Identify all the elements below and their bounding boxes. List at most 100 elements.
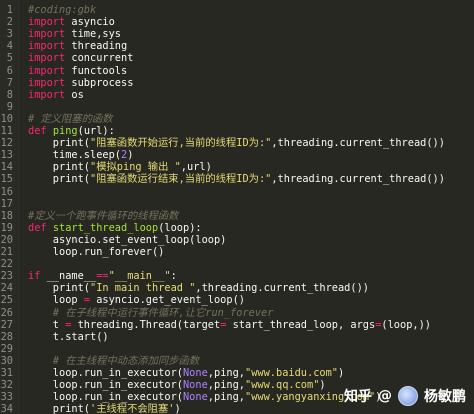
- code-line: 8 import os: [0, 89, 474, 101]
- line-number: 2: [6, 16, 13, 29]
- line-number: 7: [6, 76, 13, 89]
- code-token: ): [338, 367, 345, 379]
- code-token: loop: [28, 294, 84, 307]
- code-line: 29: [0, 343, 474, 355]
- code-text: loop.run_in_executor(None,ping,"www.baid…: [28, 367, 344, 379]
- code-line: 12 print("阻塞函数开始运行,当前的线程ID为:",threading.…: [0, 137, 474, 149]
- code-text: # 定义阻塞的函数: [28, 113, 112, 125]
- code-token: import: [28, 64, 66, 77]
- code-token: import: [28, 16, 66, 29]
- code-token: None: [182, 367, 208, 379]
- line-number: 32: [0, 379, 13, 392]
- code-token: #coding:gbk: [28, 4, 97, 16]
- code-token: (url):: [77, 125, 115, 137]
- code-token: import: [28, 88, 66, 101]
- code-token: import: [28, 40, 66, 53]
- line-number: 14: [0, 161, 13, 174]
- code-text: loop.run_in_executor(None,ping,"www.qq.c…: [28, 379, 326, 391]
- code-token: ,threading.current_thread()): [195, 282, 369, 295]
- code-token: asyncio.get_event_loop(): [90, 294, 245, 307]
- code-token: def: [28, 125, 47, 137]
- code-token: import: [28, 28, 66, 41]
- code-text: loop = asyncio.get_event_loop(): [28, 294, 245, 306]
- code-text: print("In main thread ",threading.curren…: [28, 282, 369, 294]
- code-line: 27 t = threading.Thread(target= start_th…: [0, 319, 474, 331]
- code-line: 15 print("阻塞函数运行结束,当前的线程ID为:",threading.…: [0, 173, 474, 185]
- line-number: 12: [0, 137, 13, 150]
- line-number: 8: [6, 88, 13, 101]
- code-token: functools: [65, 64, 128, 77]
- code-token: # 定义阻塞的函数: [28, 112, 113, 125]
- line-number: 20: [0, 233, 13, 246]
- code-line: 28 t.start(): [0, 331, 474, 343]
- line-number: 17: [0, 197, 13, 210]
- code-token: (loop):: [158, 221, 202, 234]
- line-number: 19: [0, 221, 13, 234]
- line-number: 3: [6, 28, 13, 41]
- line-number: 25: [0, 294, 13, 307]
- code-line: 31 loop.run_in_executor(None,ping,"www.b…: [0, 367, 474, 379]
- code-line: 7 import subprocess: [0, 77, 474, 89]
- code-line: 25 loop = asyncio.get_event_loop(): [0, 294, 474, 306]
- line-number: 1: [6, 4, 13, 16]
- code-text: print("阻塞函数开始运行,当前的线程ID为:",threading.cur…: [28, 137, 445, 149]
- code-line: 22: [0, 258, 474, 270]
- code-line: 17: [0, 198, 474, 210]
- code-token: asyncio: [65, 16, 115, 29]
- code-token: def: [28, 221, 47, 234]
- code-text: import functools: [28, 65, 127, 77]
- code-token: ): [127, 149, 134, 162]
- code-text: import threading: [28, 40, 127, 52]
- code-line: 4 import threading: [0, 40, 474, 52]
- code-line: 13 time.sleep(2): [0, 149, 474, 161]
- code-line: 11 def ping(url):: [0, 125, 474, 137]
- code-token: "www.qq.com": [245, 379, 320, 392]
- code-text: import asyncio: [28, 16, 115, 28]
- line-number: 26: [0, 306, 13, 319]
- code-token: ,threading.current_thread()): [271, 137, 445, 150]
- line-number: 9: [6, 100, 13, 113]
- code-token: loop.run_in_executor(: [28, 391, 183, 404]
- code-text: t.start(): [28, 331, 109, 343]
- code-text: def ping(url):: [28, 125, 115, 137]
- line-number: 4: [6, 40, 13, 53]
- code-token: subprocess: [65, 76, 134, 89]
- code-token: os: [65, 88, 84, 101]
- line-number: 30: [0, 354, 13, 367]
- code-line: 2 import asyncio: [0, 16, 474, 28]
- code-token: start_thread_loop: [52, 221, 159, 234]
- line-number: 22: [0, 258, 13, 271]
- code-text: import subprocess: [28, 77, 133, 89]
- code-text: import time,sys: [28, 28, 121, 40]
- watermark-at: @: [378, 388, 392, 404]
- code-token: ,ping,: [207, 391, 245, 404]
- code-token: '主线程不会阻塞': [90, 403, 175, 414]
- code-line: 24 print("In main thread ",threading.cur…: [0, 282, 474, 294]
- code-token: import: [28, 52, 66, 65]
- code-token: None: [182, 391, 208, 404]
- code-token: #定义一个跑事件循环的线程函数: [28, 209, 179, 222]
- line-number: 13: [0, 149, 13, 162]
- line-number: 29: [0, 342, 13, 355]
- code-text: #定义一个跑事件循环的线程函数: [28, 210, 178, 222]
- line-number: 18: [0, 209, 13, 222]
- code-text: time.sleep(2): [28, 149, 134, 162]
- code-line: 6 import functools: [0, 65, 474, 77]
- code-token: "In main thread ": [90, 282, 196, 295]
- code-token: ,ping,: [207, 379, 245, 392]
- line-number: 16: [0, 185, 13, 198]
- line-number: 10: [0, 112, 13, 125]
- code-text: # 在子线程中运行事件循环,让它run_forever: [28, 307, 274, 319]
- watermark-author: 杨敏鹏: [424, 389, 466, 405]
- code-editor[interactable]: 1 #coding:gbk 2 import asyncio 3 import time,…: [0, 0, 474, 414]
- watermark-brand: 知乎: [344, 389, 372, 405]
- code-token: t.start(): [28, 330, 109, 343]
- code-text: if __name__=="__main__":: [28, 270, 177, 282]
- code-token: threading: [65, 40, 128, 53]
- code-line: 9: [0, 101, 474, 113]
- code-token: ): [319, 379, 326, 392]
- code-line: 18 #定义一个跑事件循环的线程函数: [0, 210, 474, 222]
- code-token: "阻塞函数开始运行,当前的线程ID为:": [90, 137, 272, 150]
- code-line: 23 if __name__=="__main__":: [0, 270, 474, 282]
- code-token: "www.baidu.com": [245, 367, 338, 379]
